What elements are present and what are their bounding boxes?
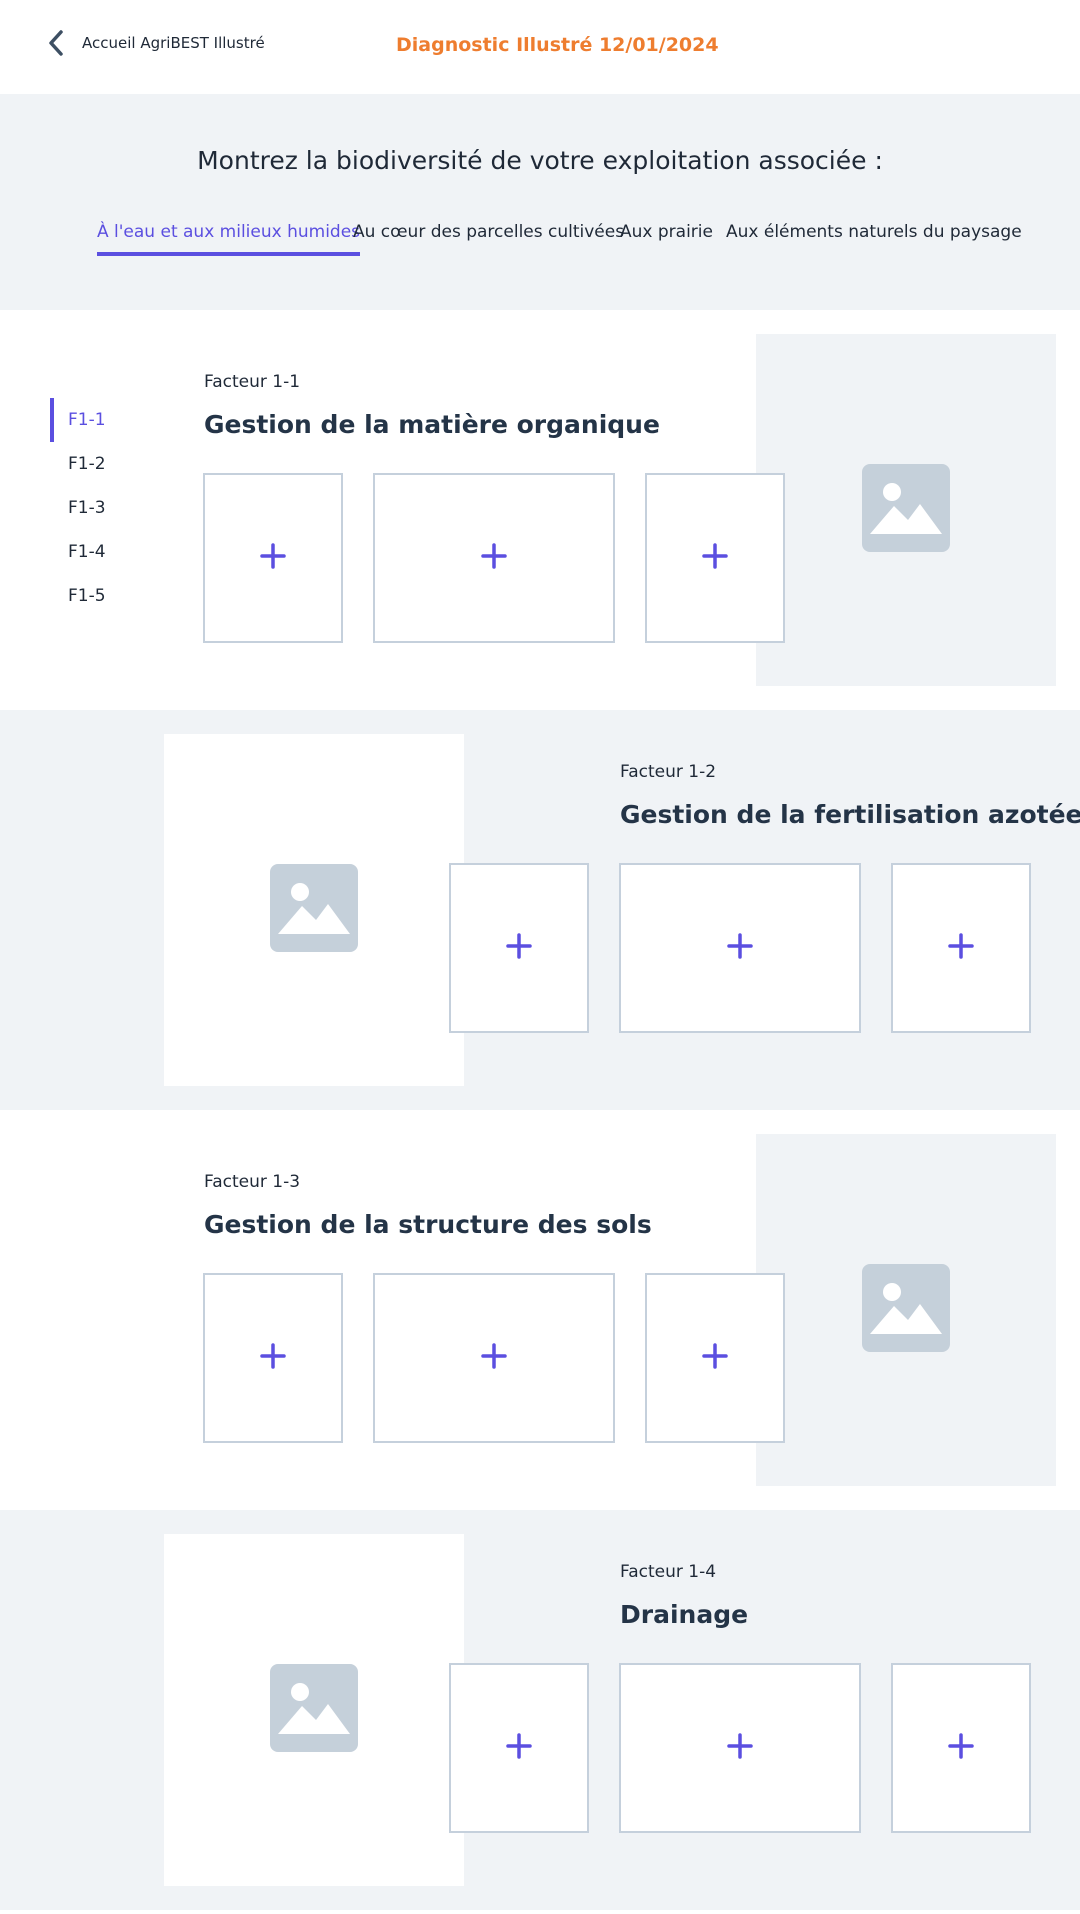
factor-section-1: Facteur 1-1 Gestion de la matière organi… [0, 310, 1080, 710]
plus-icon [702, 543, 728, 573]
hero-title: Montrez la biodiversité de votre exploit… [197, 146, 883, 175]
image-icon [270, 864, 358, 956]
factor-title: Gestion de la fertilisation azotée [620, 800, 1080, 829]
add-photo-button[interactable] [891, 1663, 1031, 1833]
factor-nav: F1-1 F1-2 F1-3 F1-4 F1-5 [50, 398, 106, 618]
chevron-left-icon [48, 30, 64, 56]
nav-item-f1-1[interactable]: F1-1 [50, 398, 106, 442]
plus-icon [506, 1733, 532, 1763]
image-placeholder [756, 1134, 1056, 1486]
image-icon [862, 1264, 950, 1356]
nav-item-f1-4[interactable]: F1-4 [50, 530, 106, 574]
factor-label: Facteur 1-1 [204, 372, 301, 392]
image-icon [270, 1664, 358, 1756]
add-photo-button[interactable] [373, 473, 615, 643]
plus-icon [727, 1733, 753, 1763]
factor-section-3: Facteur 1-3 Gestion de la structure des … [0, 1110, 1080, 1510]
hero-banner: Montrez la biodiversité de votre exploit… [0, 94, 1080, 310]
nav-item-f1-5[interactable]: F1-5 [50, 574, 106, 618]
image-placeholder [164, 734, 464, 1086]
add-photo-button[interactable] [891, 863, 1031, 1033]
add-photo-button[interactable] [449, 1663, 589, 1833]
factor-title: Gestion de la matière organique [204, 410, 660, 439]
factor-title: Gestion de la structure des sols [204, 1210, 652, 1239]
plus-icon [260, 1343, 286, 1373]
add-photo-button[interactable] [619, 863, 861, 1033]
image-placeholder [164, 1534, 464, 1886]
image-placeholder [756, 334, 1056, 686]
plus-icon [727, 933, 753, 963]
plus-icon [948, 933, 974, 963]
plus-icon [481, 1343, 507, 1373]
add-photo-button[interactable] [373, 1273, 615, 1443]
page-title: Diagnostic Illustré 12/01/2024 [396, 34, 719, 56]
plus-icon [948, 1733, 974, 1763]
add-photo-button[interactable] [645, 1273, 785, 1443]
factor-label: Facteur 1-4 [620, 1562, 717, 1582]
tab-prairie[interactable]: Aux prairie [620, 222, 713, 252]
plus-icon [702, 1343, 728, 1373]
factor-section-2: Facteur 1-2 Gestion de la fertilisation … [0, 710, 1080, 1110]
plus-icon [481, 543, 507, 573]
add-photo-button[interactable] [203, 473, 343, 643]
add-photo-button[interactable] [645, 473, 785, 643]
plus-icon [260, 543, 286, 573]
factor-section-4: Facteur 1-4 Drainage [0, 1510, 1080, 1910]
add-photo-button[interactable] [203, 1273, 343, 1443]
nav-item-f1-2[interactable]: F1-2 [50, 442, 106, 486]
back-link-label: Accueil AgriBEST Illustré [82, 34, 265, 52]
tab-elements-naturels[interactable]: Aux éléments naturels du paysage [726, 222, 1022, 252]
top-bar: Accueil AgriBEST Illustré Diagnostic Ill… [0, 0, 1080, 94]
nav-item-f1-3[interactable]: F1-3 [50, 486, 106, 530]
add-photo-button[interactable] [619, 1663, 861, 1833]
factor-label: Facteur 1-3 [204, 1172, 301, 1192]
tab-eau-milieux-humides[interactable]: À l'eau et aux milieux humides [97, 222, 361, 256]
factor-title: Drainage [620, 1600, 749, 1629]
factor-label: Facteur 1-2 [620, 762, 717, 782]
image-icon [862, 464, 950, 556]
back-link[interactable]: Accueil AgriBEST Illustré [48, 30, 265, 56]
tab-parcelles-cultivees[interactable]: Au cœur des parcelles cultivées [353, 222, 624, 252]
plus-icon [506, 933, 532, 963]
add-photo-button[interactable] [449, 863, 589, 1033]
